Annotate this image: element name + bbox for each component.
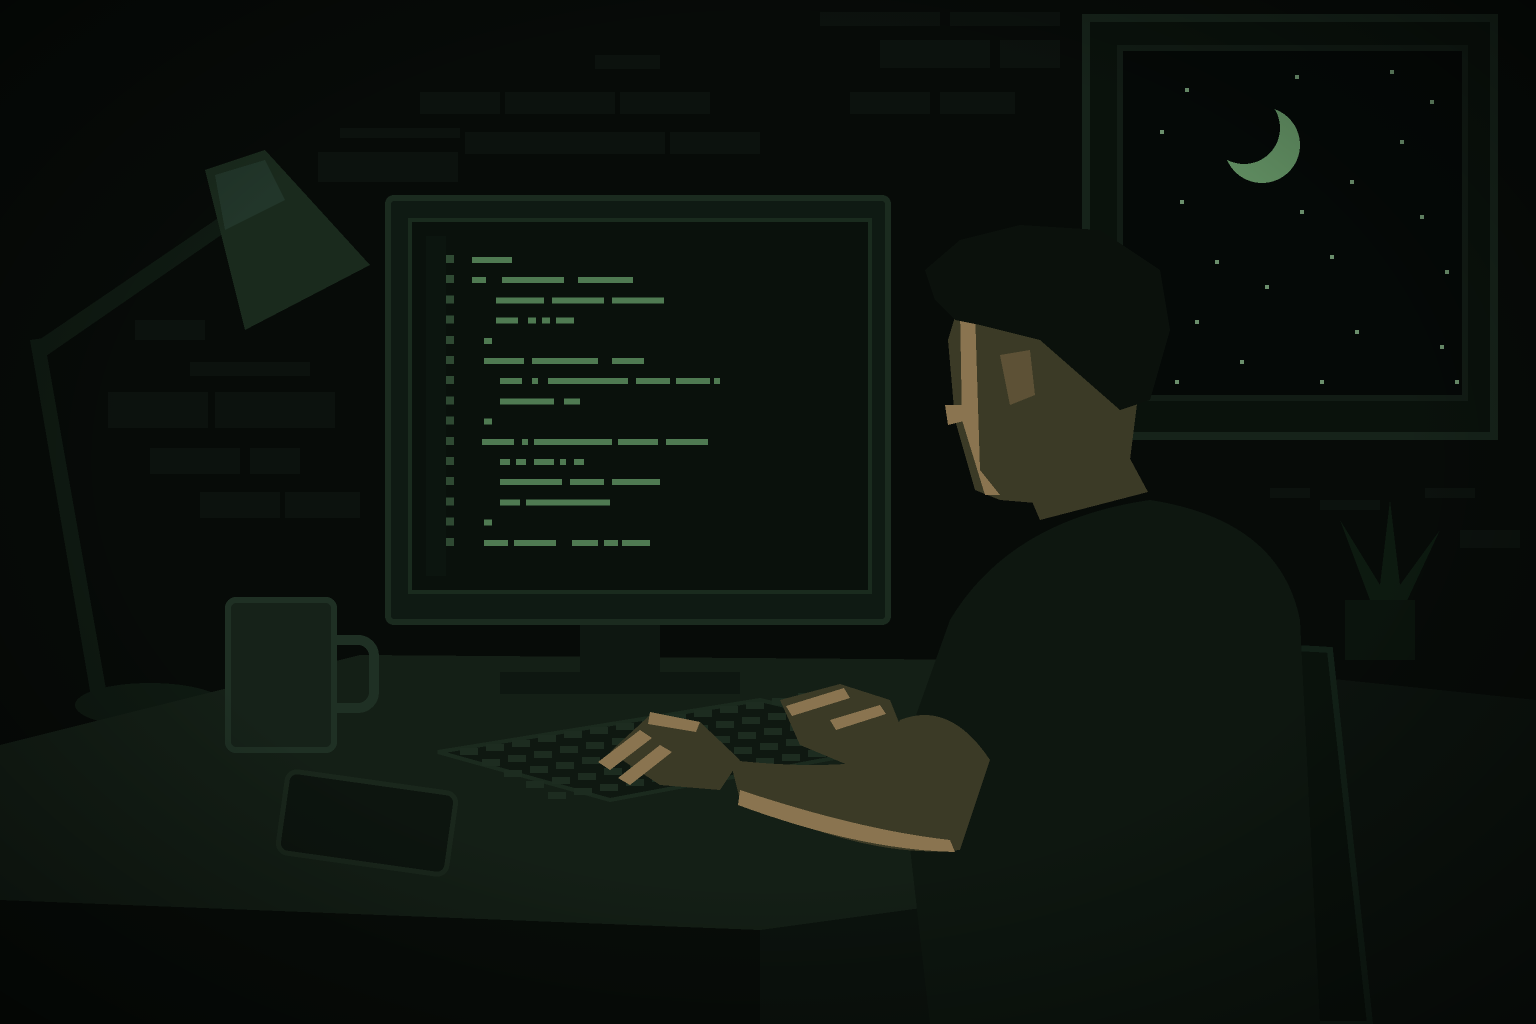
- vignette: [0, 0, 1536, 1024]
- pixel-art-scene: [0, 0, 1536, 1024]
